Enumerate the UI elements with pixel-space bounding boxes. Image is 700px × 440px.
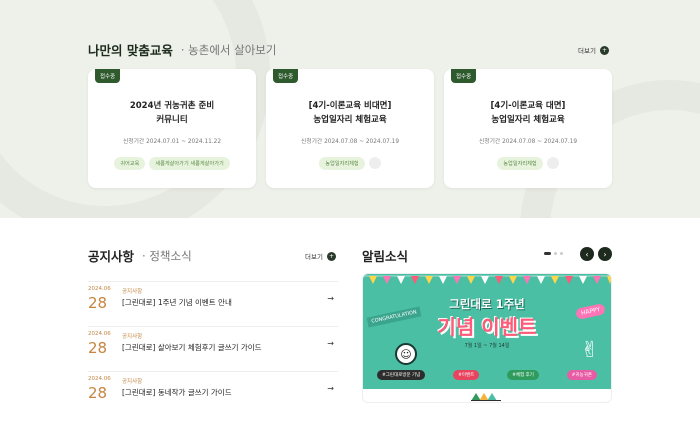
tag[interactable]: 귀어교육 (114, 157, 146, 170)
notice-day: 28 (88, 294, 108, 312)
carousel-dot-active[interactable] (544, 252, 551, 255)
education-card[interactable]: 접수중 2024년 귀농귀촌 준비 커뮤니티 신청기간 2024.07.01 ~… (88, 69, 256, 188)
card-tags: 농업일자리체험 (444, 157, 612, 170)
card-title-line: 농업일자리 체험교육 (491, 115, 565, 125)
notice-category: 공지사항 (122, 289, 143, 295)
education-card[interactable]: 접수중 [4기-이론교육 비대면] 농업일자리 체험교육 신청기간 2024.0… (266, 69, 434, 188)
chevron-left-icon: ‹ (585, 249, 589, 259)
notice-row[interactable]: 2024.06 28 공지사항 [그린대로] 동네작가 글쓰기 가이드 → (88, 371, 338, 416)
notice-section-title: 공지사항 · 정책소식 (88, 246, 192, 265)
status-badge: 접수중 (95, 69, 121, 83)
notice-category: 공지사항 (122, 334, 143, 340)
status-badge: 접수중 (451, 69, 477, 83)
status-badge: 접수중 (273, 69, 299, 83)
carousel-indicator[interactable] (544, 252, 563, 255)
arrow-right-icon[interactable]: → (327, 294, 334, 303)
bunting-decoration (363, 275, 611, 284)
education-subtitle: · 농촌에서 살아보기 (180, 42, 277, 57)
hashtag-pill: #귀농귀촌 (566, 370, 597, 380)
tag-placeholder (368, 157, 381, 169)
event-banner[interactable]: CONGRATULATION HAPPY 그린대로 1주년 기념 이벤트 7월 … (362, 273, 612, 403)
notice-year-month: 2024.06 (88, 376, 111, 382)
notice-subtitle: · 정책소식 (142, 248, 192, 263)
notice-day: 28 (88, 339, 108, 357)
card-period: 신청기간 2024.07.08 ~ 2024.07.19 (478, 139, 578, 145)
education-more-link[interactable]: 더보기 + (578, 45, 609, 55)
card-title-line: [4기-이론교육 비대면] (308, 101, 392, 111)
banner-subtitle: 그린대로 1주년 (449, 297, 525, 311)
banner-main-title: 기념 이벤트 (437, 315, 537, 339)
card-title-line: 농업일자리 체험교육 (313, 115, 387, 125)
tag[interactable]: 농업일자리체험 (497, 157, 543, 170)
carousel-dot[interactable] (560, 252, 563, 255)
plus-icon: + (326, 251, 336, 261)
more-label: 더보기 (305, 253, 323, 261)
notice-row[interactable]: 2024.06 28 공지사항 [그린대로] 살아보기 체험후기 글쓰기 가이드… (88, 326, 338, 371)
notice-title: 공지사항 (88, 246, 135, 265)
card-period: 신청기간 2024.07.08 ~ 2024.07.19 (300, 139, 400, 145)
card-title-line: 커뮤니티 (156, 115, 188, 125)
card-tags: 농업일자리체험 (266, 157, 434, 170)
card-period: 신청기간 2024.07.01 ~ 2024.11.22 (122, 139, 222, 145)
notice-text[interactable]: [그린대로] 살아보기 체험후기 글쓰기 가이드 (122, 342, 262, 353)
rabbit-icon: ✌ (580, 338, 599, 363)
brand-logo-icon (471, 393, 501, 401)
card-title-line: 2024년 귀농귀촌 준비 (129, 101, 215, 111)
notice-text[interactable]: [그린대로] 1주년 기념 이벤트 안내 (122, 297, 232, 308)
arrow-right-icon[interactable]: → (327, 384, 334, 393)
notice-category: 공지사항 (122, 379, 143, 385)
smile-icon: ☺ (395, 343, 417, 365)
plus-icon: + (599, 45, 609, 55)
education-card[interactable]: 접수중 [4기-이론교육 대면] 농업일자리 체험교육 신청기간 2024.07… (444, 69, 612, 188)
tag[interactable]: 농업일자리체험 (319, 157, 365, 170)
next-button[interactable]: › (598, 247, 612, 261)
carousel-dot[interactable] (554, 252, 557, 255)
notice-year-month: 2024.06 (88, 331, 111, 337)
card-title-line: [4기-이론교육 대면] (490, 101, 566, 111)
tag[interactable]: 새롭게살아가기 새롭게살아가기 (149, 157, 230, 170)
card-title: [4기-이론교육 비대면] 농업일자리 체험교육 (266, 99, 434, 127)
hashtag-pill: #이벤트 (453, 370, 480, 380)
more-label: 더보기 (578, 47, 596, 55)
card-title: 2024년 귀농귀촌 준비 커뮤니티 (88, 99, 256, 127)
arrow-right-icon[interactable]: → (327, 339, 334, 348)
education-section-title: 나만의 맞춤교육 · 농촌에서 살아보기 (88, 40, 276, 59)
notice-day: 28 (88, 384, 108, 402)
card-title: [4기-이론교육 대면] 농업일자리 체험교육 (444, 99, 612, 127)
notice-row[interactable]: 2024.06 28 공지사항 [그린대로] 1주년 기념 이벤트 안내 → (88, 281, 338, 326)
hashtag-pill: #체험 후기 (507, 370, 539, 380)
banner-hashtags: #그린대로방문 기념 #이벤트 #체험 후기 #귀농귀촌 (377, 370, 597, 380)
card-tags: 귀어교육 새롭게살아가기 새롭게살아가기 (88, 157, 256, 170)
notice-year-month: 2024.06 (88, 286, 111, 292)
notice-text[interactable]: [그린대로] 동네작가 글쓰기 가이드 (122, 387, 232, 398)
notice-more-link[interactable]: 더보기 + (305, 251, 336, 261)
education-title: 나만의 맞춤교육 (88, 40, 173, 59)
alarm-section-title: 알림소식 (362, 249, 409, 264)
chevron-right-icon: › (603, 249, 607, 259)
tag-placeholder (546, 157, 559, 169)
prev-button[interactable]: ‹ (580, 247, 594, 261)
hashtag-pill: #그린대로방문 기념 (377, 370, 426, 380)
